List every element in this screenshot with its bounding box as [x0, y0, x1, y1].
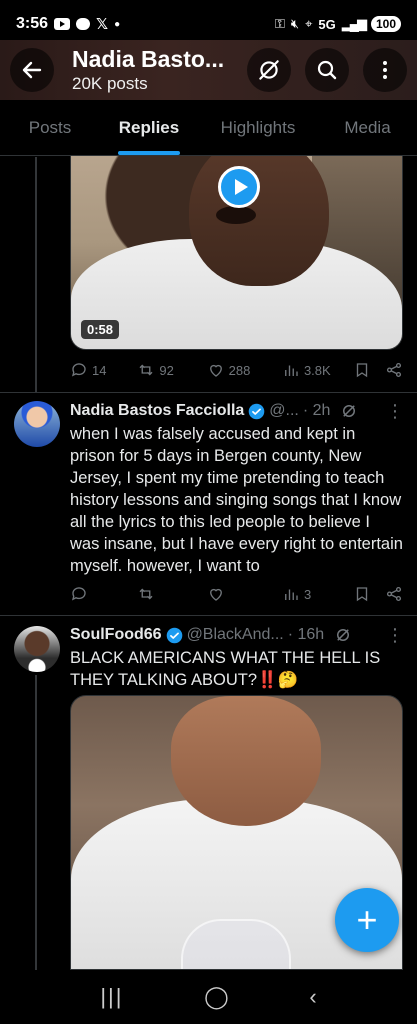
- bell-slash-icon: [259, 60, 279, 80]
- reply-icon: [71, 363, 86, 377]
- tweet-header: SoulFood66 @BlackAnd... · 16h ⋮: [70, 624, 404, 646]
- key-icon: ⚿: [274, 16, 285, 31]
- thread-line: [35, 675, 37, 970]
- reply-count: 14: [92, 362, 107, 378]
- share-icon: [386, 586, 402, 602]
- thread-line: [35, 157, 37, 392]
- compose-button[interactable]: +: [335, 888, 399, 952]
- heart-icon: [209, 364, 222, 377]
- verified-badge-icon: [249, 403, 265, 419]
- profile-tabs: Posts Replies Highlights Media: [0, 100, 417, 156]
- bookmark-button[interactable]: [353, 585, 379, 603]
- video-thumbnail-person: [171, 696, 321, 826]
- arrow-left-icon: [22, 61, 42, 79]
- status-time: 3:56: [16, 15, 49, 32]
- view-count: 3: [303, 586, 312, 602]
- not-helpful-slash-icon: [337, 629, 350, 641]
- bookmark-button[interactable]: [353, 361, 379, 379]
- system-nav-bar: ||| ◯ ‹: [0, 970, 417, 1024]
- reply-button[interactable]: 14: [70, 361, 137, 379]
- youtube-icon: [54, 18, 71, 30]
- tab-media[interactable]: Media: [318, 100, 417, 155]
- more-icon[interactable]: ⋮: [386, 625, 404, 646]
- tab-posts[interactable]: Posts: [0, 100, 100, 155]
- notification-dot-icon: ●: [114, 18, 121, 30]
- divider: [0, 392, 417, 393]
- share-icon: [386, 362, 402, 378]
- views-button[interactable]: 3.8K: [282, 361, 353, 379]
- notifications-off-button[interactable]: [247, 48, 291, 92]
- search-icon: [317, 60, 337, 80]
- search-button[interactable]: [305, 48, 349, 92]
- tab-replies[interactable]: Replies: [100, 100, 198, 155]
- post-actions: 14 92 288 3.8K: [70, 358, 403, 382]
- bar-chart-icon: [285, 365, 298, 376]
- view-count: 3.8K: [303, 362, 331, 378]
- tweet-text: BLACK AMERICANS WHAT THE HELL IS THEY TA…: [70, 649, 381, 689]
- share-button[interactable]: [385, 361, 403, 379]
- author-name[interactable]: SoulFood66: [70, 626, 162, 644]
- profile-header: Nadia Basto... 20K posts: [0, 40, 417, 100]
- like-count: 288: [228, 362, 251, 378]
- avatar[interactable]: [14, 626, 60, 672]
- network-label: 5G: [318, 16, 336, 32]
- back-nav-button[interactable]: ‹: [309, 984, 316, 1010]
- post-time[interactable]: · 16h: [288, 626, 324, 644]
- post-count: 20K posts: [72, 74, 148, 93]
- home-button[interactable]: ◯: [204, 984, 229, 1010]
- repost-button[interactable]: 92: [137, 361, 206, 379]
- tweet-header: Nadia Bastos Facciolla @... · 2h ⋮: [70, 400, 404, 422]
- bookmark-icon: [357, 363, 368, 378]
- post-actions: 3: [70, 582, 403, 606]
- reply-button[interactable]: [70, 585, 137, 603]
- location-icon: ⌖: [305, 16, 313, 31]
- author-name[interactable]: Nadia Bastos Facciolla: [70, 402, 244, 420]
- bookmark-icon: [357, 587, 368, 602]
- reply-icon: [71, 587, 86, 601]
- more-options-button[interactable]: [363, 48, 407, 92]
- heart-icon: [209, 588, 222, 601]
- more-icon[interactable]: ⋮: [386, 401, 404, 422]
- header-title-block: Nadia Basto... 20K posts: [72, 46, 247, 94]
- divider: [0, 615, 417, 616]
- author-handle[interactable]: @...: [269, 402, 299, 420]
- bar-chart-icon: [285, 589, 298, 600]
- battery-indicator: 100: [370, 16, 401, 32]
- post-time[interactable]: · 2h: [303, 402, 331, 420]
- tab-highlights[interactable]: Highlights: [198, 100, 318, 155]
- page-title: Nadia Basto...: [72, 46, 225, 72]
- x-logo-icon: 𝕏: [96, 16, 109, 33]
- back-button[interactable]: [10, 48, 54, 92]
- not-helpful-slash-icon: [343, 405, 356, 417]
- tweet-text: when I was falsely accused and kept in p…: [70, 425, 403, 575]
- video-duration: 0:58: [81, 320, 120, 339]
- video-player[interactable]: 0:58: [70, 155, 403, 350]
- more-vertical-icon: [383, 61, 387, 79]
- like-button[interactable]: 288: [207, 361, 282, 379]
- repost-icon: [139, 588, 153, 600]
- author-handle[interactable]: @BlackAnd...: [187, 626, 284, 644]
- repost-count: 92: [159, 362, 174, 378]
- share-button[interactable]: [385, 585, 403, 603]
- messages-icon: [76, 18, 91, 30]
- play-button[interactable]: [218, 166, 260, 208]
- avatar[interactable]: [14, 401, 60, 447]
- plus-icon: +: [356, 899, 378, 940]
- verified-badge-icon: [166, 627, 182, 643]
- mute-icon: 🔇︎: [290, 16, 300, 31]
- repost-icon: [139, 364, 153, 376]
- repost-button[interactable]: [137, 585, 206, 603]
- recent-apps-button[interactable]: |||: [100, 984, 123, 1010]
- signal-icon: ▂▄▆: [341, 16, 367, 31]
- video-thumbnail-person: [189, 156, 329, 286]
- like-button[interactable]: [207, 585, 282, 603]
- views-button[interactable]: 3: [282, 585, 353, 603]
